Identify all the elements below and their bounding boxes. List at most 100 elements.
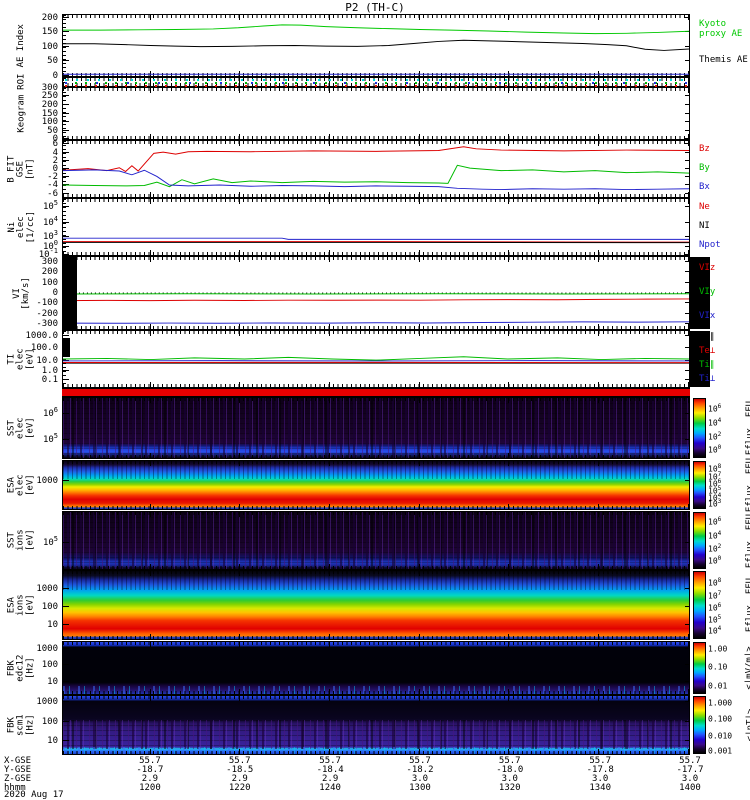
- x-major-tick: [149, 134, 151, 139]
- y-tick-label: 105: [42, 535, 58, 549]
- noise-texture: [63, 398, 689, 458]
- x-major-tick: [329, 749, 331, 754]
- x-major-tick: [688, 453, 689, 458]
- y-tick-label: 0.1: [41, 375, 58, 386]
- y-major-tick: [685, 129, 689, 131]
- y-tick-label: 1000: [36, 696, 58, 707]
- x-major-tick: [239, 453, 241, 458]
- x-minor-ticks-top: [63, 398, 689, 401]
- colorbar-unit-label: Eflux, EFU: [741, 458, 750, 512]
- x-major-tick: [688, 512, 689, 517]
- y-tick-label: 100: [41, 41, 58, 52]
- right-line-labels: Bz By Bx: [699, 141, 750, 197]
- x-major-tick: [598, 696, 600, 701]
- x-major-tick: [508, 571, 510, 576]
- series-line-viz: [63, 298, 689, 302]
- colorbar-tick-label: 104: [708, 625, 722, 636]
- x-minor-ticks-top: [63, 642, 689, 645]
- x-major-tick: [508, 134, 510, 139]
- x-major-tick: [239, 749, 241, 754]
- y-major-tick: [63, 664, 69, 666]
- y-major-tick: [63, 95, 69, 97]
- x-major-tick: [688, 504, 689, 509]
- colorbar-unit-text: Eflux, EFU: [745, 577, 750, 633]
- y-tick-label: 200: [41, 12, 58, 23]
- line-label-bfit-1: By: [699, 163, 710, 174]
- x-major-tick: [418, 461, 420, 466]
- y-major-tick: [685, 103, 689, 105]
- y-major-tick: [63, 623, 69, 625]
- y-major-tick: [685, 664, 689, 666]
- colorbar-unit-text: Eflux, EFU: [745, 457, 750, 513]
- y-tick-label: -300: [36, 318, 58, 329]
- roi-cyan-dots: [65, 79, 687, 81]
- x-major-tick: [149, 512, 151, 517]
- y-axis-label-ae: AE Index: [3, 15, 41, 76]
- x-major-tick: [598, 571, 600, 576]
- x-minor-ticks-bottom: [63, 506, 689, 509]
- x-major-tick: [598, 134, 600, 139]
- y-axis-label-esa_i: ESA ions [eV]: [3, 571, 41, 639]
- y-axis-label-text: ESA ions [eV]: [6, 594, 36, 616]
- x-major-tick: [329, 642, 331, 647]
- panel-flag: [62, 388, 690, 397]
- line-label-ti-2: Ti∥: [699, 360, 715, 371]
- x-major-tick: [688, 81, 689, 86]
- x-major-tick: [688, 564, 689, 569]
- x-major-tick: [508, 512, 510, 517]
- series-line-ti-par: [63, 356, 689, 361]
- y-major-tick: [63, 542, 69, 544]
- x-major-tick: [418, 504, 420, 509]
- colorbar-unit-label: Eflux, EFU: [741, 572, 750, 638]
- x-major-tick: [688, 689, 689, 694]
- y-axis-label-roi: ROI: [3, 74, 41, 90]
- colorbar-sst_e: 106 104 102 100 Eflux, EFU: [693, 398, 750, 458]
- x-major-tick: [598, 453, 600, 458]
- series-line-bz: [63, 146, 689, 173]
- x-major-tick: [508, 504, 510, 509]
- y-major-tick: [63, 120, 69, 122]
- panel-sst_e: 106 105 SST elec [eV] 106 104 102 100 Eflux, EF…: [7, 397, 750, 459]
- y-major-tick: [685, 112, 689, 114]
- y-axis-label-sst_e: SST elec [eV]: [3, 398, 41, 458]
- x-major-tick: [508, 634, 510, 639]
- y-major-tick: [685, 542, 689, 544]
- y-major-tick: [685, 480, 689, 482]
- x-major-tick: [239, 634, 241, 639]
- y-axis-label-fbk_e: FBK edc12 [Hz]: [3, 642, 41, 694]
- x-major-tick: [239, 564, 241, 569]
- colorbar-tick-label: 108: [708, 577, 722, 588]
- series-line-npot: [63, 237, 689, 240]
- y-tick-label: 10: [47, 736, 58, 747]
- colorbar-tick-label: 1.000: [708, 698, 733, 708]
- line-label-ni-0: Ne: [699, 202, 710, 213]
- colorbar-unit-text: <|mV/m|>: [745, 646, 750, 690]
- x-major-tick: [418, 634, 420, 639]
- x-major-tick: [149, 696, 151, 701]
- x-minor-ticks-bottom: [63, 636, 689, 639]
- x-major-tick: [149, 689, 151, 694]
- x-major-tick: [149, 571, 151, 576]
- x-major-tick: [418, 564, 420, 569]
- x-major-tick: [149, 461, 151, 466]
- x-major-tick: [508, 398, 510, 403]
- x-major-tick: [149, 453, 151, 458]
- y-axis-label-text: ROI: [16, 73, 27, 91]
- data-gap-bar: [63, 337, 70, 358]
- x-major-tick: [239, 642, 241, 647]
- panel-ti: 1000.0 100.0 10.0 1.0 0.1 TI elec [eV] Te∥ Te⊥ T…: [7, 330, 715, 388]
- y-axis-label-text: SST ions [eV]: [6, 529, 36, 552]
- y-major-tick: [685, 439, 689, 440]
- right-line-labels: Ne NI Npot: [699, 199, 750, 255]
- panel-ae: 200 150 100 50 0 AE Index Kyoto proxy AE Themis…: [16, 13, 747, 81]
- y-tick-label: 100: [41, 277, 58, 288]
- series-line-kyoto-proxy-ae: [63, 24, 689, 35]
- y-tick-label: 10.0: [36, 355, 58, 366]
- y-tick-label: 104: [42, 214, 58, 228]
- colorbar-tick-label: 106: [708, 402, 722, 414]
- x-minor-ticks-bottom: [63, 136, 689, 139]
- y-major-tick: [685, 606, 689, 608]
- x-major-tick: [688, 398, 689, 403]
- x-major-tick: [329, 696, 331, 701]
- x-major-tick: [598, 88, 600, 93]
